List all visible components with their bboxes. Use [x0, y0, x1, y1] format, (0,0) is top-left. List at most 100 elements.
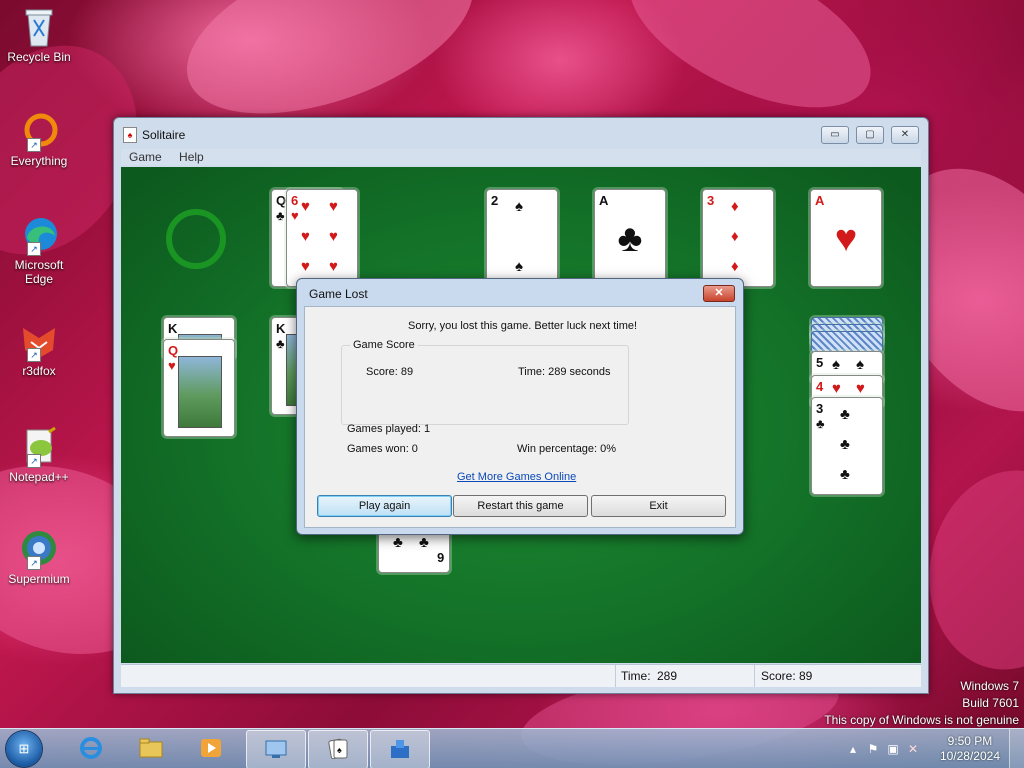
card-rank: 5 — [816, 355, 824, 370]
dialog-message: Sorry, you lost this game. Better luck n… — [408, 320, 638, 332]
supermium-icon: ↗ — [19, 528, 59, 570]
card-suit: ♣ — [276, 336, 285, 351]
card-rank: Q — [276, 193, 287, 208]
exit-button[interactable]: Exit — [591, 495, 726, 517]
volume-muted-icon[interactable]: ✕ — [906, 742, 920, 756]
restart-game-button[interactable]: Restart this game — [453, 495, 588, 517]
status-separator — [754, 665, 755, 687]
taskbar-clock[interactable]: 9:50 PM 10/28/2024 — [940, 734, 1000, 764]
card-pip: ♠ — [515, 258, 523, 275]
card-pip: ♥ — [329, 228, 338, 245]
taskbar-media-player[interactable] — [182, 730, 240, 767]
status-time-label: Time: — [621, 669, 651, 683]
dialog-score: Score: 89 — [366, 366, 414, 378]
card-pip: ♣ — [419, 534, 429, 551]
game-lost-dialog: Game Lost ✕ Sorry, you lost this game. B… — [296, 278, 744, 535]
menu-help[interactable]: Help — [179, 149, 204, 165]
game-score-group-label: Game Score — [350, 339, 418, 351]
solitaire-app-icon: ♠ — [123, 127, 137, 143]
card-pip: ♥ — [832, 380, 841, 397]
desktop-icon-recycle-bin[interactable]: Recycle Bin — [4, 6, 74, 64]
desktop-icon-everything[interactable]: ↗ Everything — [4, 110, 74, 168]
status-score-value: 89 — [799, 669, 813, 683]
window-title: Solitaire — [142, 128, 186, 142]
win-percentage: Win percentage: 0% — [517, 443, 617, 455]
desktop-icon-label: Microsoft Edge — [14, 258, 64, 286]
foundation-2-card[interactable]: A ♣ — [594, 189, 666, 287]
dialog-time: Time: 289 seconds — [518, 366, 611, 378]
r3dfox-icon: ↗ — [19, 320, 59, 362]
taskbar-internet-explorer[interactable] — [62, 730, 120, 767]
get-more-games-link[interactable]: Get More Games Online — [457, 471, 576, 483]
windows-logo-icon: ⊞ — [18, 741, 30, 756]
tableau-7-facedown — [811, 331, 883, 353]
play-again-button[interactable]: Play again — [317, 495, 452, 517]
minimize-button[interactable]: ▭ — [821, 126, 849, 144]
shortcut-arrow-icon: ↗ — [27, 454, 41, 468]
card-pip: ♦ — [731, 228, 739, 245]
media-player-icon — [201, 739, 221, 757]
card-rank: A — [599, 193, 609, 208]
desktop-icon-r3dfox[interactable]: ↗ r3dfox — [4, 320, 74, 378]
tableau-7-three[interactable]: 3 ♣ ♣ ♣ ♣ — [811, 397, 883, 495]
card-pip: ♥ — [301, 228, 310, 245]
game-score-group: Game Score Score: 89 Time: 289 seconds — [341, 339, 629, 425]
status-time-value: 289 — [657, 669, 678, 683]
card-pip: ♥ — [329, 258, 338, 275]
waste-card-top[interactable]: 6 ♥ ♥ ♥ ♥ ♥ ♥ ♥ — [286, 189, 358, 287]
start-button[interactable]: ⊞ — [6, 731, 42, 767]
watermark-line: This copy of Windows is not genuine — [824, 713, 1019, 727]
card-rank: 2 — [491, 193, 499, 208]
status-bar: Time: 289 Score: 89 — [121, 664, 921, 687]
card-suit: ♣ — [816, 416, 825, 431]
card-center-suit: ♥ — [834, 218, 858, 260]
taskbar-control-panel[interactable] — [246, 730, 306, 768]
card-pip: ♠ — [515, 198, 523, 215]
desktop-icon-label: Everything — [10, 154, 68, 168]
card-rank: A — [815, 193, 825, 208]
windows-watermark: Windows 7 Build 7601 This copy of Window… — [824, 678, 1019, 729]
status-score-label: Score: — [761, 669, 796, 683]
taskbar-solitaire[interactable]: ♠ — [308, 730, 368, 768]
shortcut-arrow-icon: ↗ — [27, 242, 41, 256]
card-center-suit: ♣ — [617, 218, 643, 260]
foundation-1-card[interactable]: 2 ♠ ♠ — [486, 189, 558, 287]
maximize-button[interactable]: ▢ — [856, 126, 884, 144]
tableau-1-queen[interactable]: Q ♥ — [163, 339, 235, 437]
show-hidden-icons-button[interactable]: ▴ — [846, 742, 860, 756]
desktop-icon-supermium[interactable]: ↗ Supermium — [4, 528, 74, 586]
svg-text:♠: ♠ — [337, 745, 342, 755]
stock-recycle-ring[interactable] — [166, 209, 226, 269]
wallpaper-petal — [913, 457, 1024, 683]
action-center-flag-icon[interactable]: ⚑ — [866, 742, 880, 756]
taskbar-file-explorer[interactable] — [122, 730, 180, 767]
desktop-icon-notepad-plus-plus[interactable]: ↗ Notepad++ — [4, 426, 74, 484]
network-icon[interactable]: ▣ — [886, 742, 900, 756]
shortcut-arrow-icon: ↗ — [27, 556, 41, 570]
dialog-close-button[interactable]: ✕ — [703, 285, 735, 302]
folder-icon — [139, 738, 163, 758]
card-suit: ♥ — [291, 208, 299, 223]
foundation-4-card[interactable]: A ♥ — [810, 189, 882, 287]
foundation-3-card[interactable]: 3 ♦ ♦ ♦ — [702, 189, 774, 287]
menu-bar: Game Help — [121, 149, 921, 165]
close-button[interactable]: ✕ — [891, 126, 919, 144]
shortcut-arrow-icon: ↗ — [27, 138, 41, 152]
taskbar-app[interactable] — [370, 730, 430, 768]
menu-game[interactable]: Game — [129, 149, 162, 165]
show-desktop-button[interactable] — [1009, 729, 1024, 768]
face-card-artwork — [178, 356, 222, 428]
desktop-icon-label: Recycle Bin — [7, 50, 71, 64]
control-panel-icon — [265, 740, 287, 758]
games-won: Games won: 0 — [347, 443, 418, 455]
internet-explorer-icon — [80, 737, 102, 759]
edge-icon: ↗ — [19, 214, 59, 256]
title-bar[interactable]: ♠ Solitaire ▭ ▢ ✕ — [114, 118, 928, 148]
card-rank: Q — [168, 343, 179, 358]
card-pip: ♣ — [840, 436, 850, 453]
games-played: Games played: 1 — [347, 423, 431, 435]
status-separator — [615, 665, 616, 687]
desktop-icon-microsoft-edge[interactable]: ↗ Microsoft Edge — [4, 214, 74, 286]
desktop-icon-label: Supermium — [8, 572, 70, 586]
card-rank: 3 — [707, 193, 715, 208]
